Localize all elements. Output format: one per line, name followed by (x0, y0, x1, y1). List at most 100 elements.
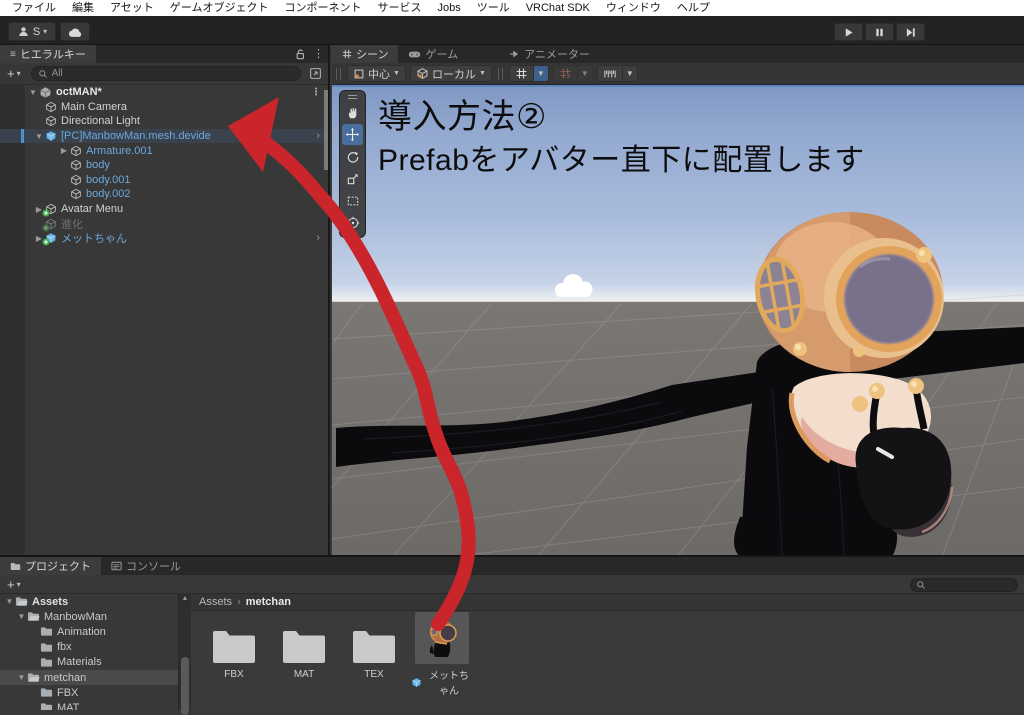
hierarchy-row-metchan[interactable]: ▶ メットちゃん › (0, 231, 328, 246)
toolbar-grip[interactable] (497, 67, 503, 80)
cloud-button[interactable] (60, 22, 90, 41)
app-toolbar: S ▾ (0, 16, 1024, 45)
account-button[interactable]: S ▾ (8, 22, 56, 41)
scale-tool-button[interactable] (342, 168, 363, 189)
menu-tools[interactable]: ツール (469, 0, 518, 16)
menu-assets[interactable]: アセット (102, 0, 162, 16)
folder-icon (283, 631, 325, 663)
hierarchy-add-button[interactable]: + ▾ (0, 66, 27, 81)
breadcrumb-current[interactable]: metchan (246, 596, 291, 608)
menu-help[interactable]: ヘルプ (669, 0, 718, 16)
picker-window-icon[interactable] (309, 67, 322, 80)
scene-menu-icon[interactable]: ⋮ (311, 87, 321, 98)
hierarchy-row-directional-light[interactable]: Directional Light (0, 114, 328, 129)
row-label: Main Camera (61, 100, 128, 113)
menu-window[interactable]: ウィンドウ (598, 0, 669, 16)
toolbar-grip[interactable] (336, 67, 341, 80)
rect-tool-button[interactable] (342, 190, 363, 211)
scene-viewport[interactable]: 導入方法② Prefabをアバター直下に配置します (332, 85, 1024, 555)
hierarchy-row-shinka[interactable]: 進化 (0, 216, 328, 232)
scene-name: octMAN* (56, 86, 102, 99)
grid-visibility-button[interactable] (508, 65, 534, 82)
hierarchy-row-body[interactable]: body (0, 158, 328, 173)
asset-folder-tex[interactable]: TEX (343, 626, 405, 680)
increment-snap-dropdown[interactable]: ▼ (577, 65, 593, 82)
snap-ruler-button[interactable] (596, 65, 623, 82)
increment-snap-group: ▼ (552, 65, 593, 82)
snap-dropdown[interactable]: ▼ (622, 65, 638, 82)
menu-file[interactable]: ファイル (4, 0, 64, 16)
hierarchy-row-manbowman-prefab[interactable]: ▼ [PC]ManbowMan.mesh.devide › (0, 128, 328, 144)
tree-row-manbowman[interactable]: ▼ ManbowMan (0, 609, 178, 624)
menu-jobs[interactable]: Jobs (429, 0, 468, 16)
tree-label: Animation (57, 625, 106, 638)
asset-folder-fbx[interactable]: FBX (203, 626, 265, 680)
move-tool-button[interactable] (342, 124, 363, 145)
cloud-icon (67, 26, 83, 38)
expander-icon[interactable]: ▼ (27, 88, 39, 97)
increment-snap-button[interactable] (552, 65, 578, 82)
transform-tool-button[interactable] (342, 212, 363, 233)
hierarchy-row-body-001[interactable]: body.001 (0, 173, 328, 188)
hierarchy-search-input[interactable]: All (30, 66, 301, 81)
grid-snap-group: ▼ (508, 65, 549, 82)
tab-project[interactable]: プロジェクト (0, 557, 101, 575)
tab-animator[interactable]: アニメーター (498, 45, 600, 63)
tree-row-metchan[interactable]: ▼ metchan (0, 669, 178, 686)
menu-component[interactable]: コンポーネント (276, 0, 369, 16)
scrollbar-thumb[interactable] (181, 657, 189, 715)
tree-row-materials[interactable]: Materials (0, 655, 178, 670)
pause-button[interactable] (865, 23, 894, 41)
menu-edit[interactable]: 編集 (64, 0, 102, 16)
asset-label: MAT (293, 669, 315, 680)
unlock-icon[interactable] (294, 48, 305, 60)
tab-console[interactable]: コンソール (101, 557, 191, 575)
hierarchy-row-main-camera[interactable]: Main Camera (0, 100, 328, 115)
row-label: Directional Light (61, 115, 140, 128)
hand-tool-button[interactable] (342, 102, 363, 123)
grid-dropdown-button[interactable]: ▼ (533, 65, 549, 82)
hierarchy-row-body-002[interactable]: body.002 (0, 187, 328, 202)
gameobject-icon (70, 159, 82, 171)
project-tree-scrollbar[interactable]: ▲ (178, 594, 191, 715)
folder-icon (10, 562, 21, 571)
hierarchy-scrollbar-thumb[interactable] (324, 90, 328, 170)
chevron-right-icon[interactable]: › (316, 232, 320, 244)
tab-hierarchy[interactable]: ≡ ヒエラルキー (0, 45, 96, 63)
hierarchy-menu-icon[interactable]: ⋮ (313, 47, 324, 61)
hierarchy-row-scene[interactable]: ▼ octMAN* ⋮ (0, 85, 328, 100)
tree-row-fbx-upper[interactable]: FBX (0, 685, 178, 700)
breadcrumb-root[interactable]: Assets (199, 596, 232, 608)
menu-services[interactable]: サービス (369, 0, 429, 16)
palette-drag-handle[interactable] (342, 93, 363, 101)
tree-row-assets[interactable]: ▼ Assets (0, 594, 178, 609)
tab-animator-label: アニメーター (524, 49, 590, 61)
tab-game[interactable]: ゲーム (398, 45, 468, 63)
menu-gameobject[interactable]: ゲームオブジェクト (162, 0, 277, 16)
hierarchy-panel: ≡ ヒエラルキー ⋮ + ▾ All ▼ octMAN* ⋮ Main Came… (0, 45, 330, 555)
breadcrumb-separator-icon: › (237, 596, 241, 608)
scene-tool-palette (339, 90, 366, 238)
scroll-up-icon[interactable]: ▲ (179, 595, 191, 602)
pivot-mode-button[interactable]: 中心 ▼ (347, 65, 406, 82)
expander-icon[interactable]: ▼ (33, 132, 45, 141)
play-button[interactable] (834, 23, 863, 41)
space-mode-button[interactable]: ローカル ▼ (409, 65, 492, 82)
asset-folder-mat[interactable]: MAT (273, 626, 335, 680)
expander-icon[interactable]: ▶ (58, 146, 70, 155)
hierarchy-tree: ▼ octMAN* ⋮ Main Camera Directional Ligh… (0, 85, 328, 555)
asset-prefab-metchan[interactable]: メットちゃん (411, 612, 473, 697)
tree-row-mat[interactable]: MAT (0, 700, 178, 710)
rotate-tool-button[interactable] (342, 146, 363, 167)
menu-vrchat-sdk[interactable]: VRChat SDK (518, 0, 598, 16)
tab-scene[interactable]: シーン (332, 45, 399, 63)
step-button[interactable] (896, 23, 925, 41)
tree-row-fbx-lower[interactable]: fbx (0, 640, 178, 655)
tree-row-animation[interactable]: Animation (0, 624, 178, 639)
hierarchy-row-armature[interactable]: ▶ Armature.001 (0, 143, 328, 158)
row-label: Armature.001 (86, 144, 153, 157)
project-search-input[interactable] (910, 577, 1018, 592)
hierarchy-row-avatar-menu[interactable]: ▶ Avatar Menu (0, 202, 328, 217)
chevron-right-icon[interactable]: › (316, 130, 320, 142)
project-add-button[interactable]: + ▾ (0, 577, 27, 592)
